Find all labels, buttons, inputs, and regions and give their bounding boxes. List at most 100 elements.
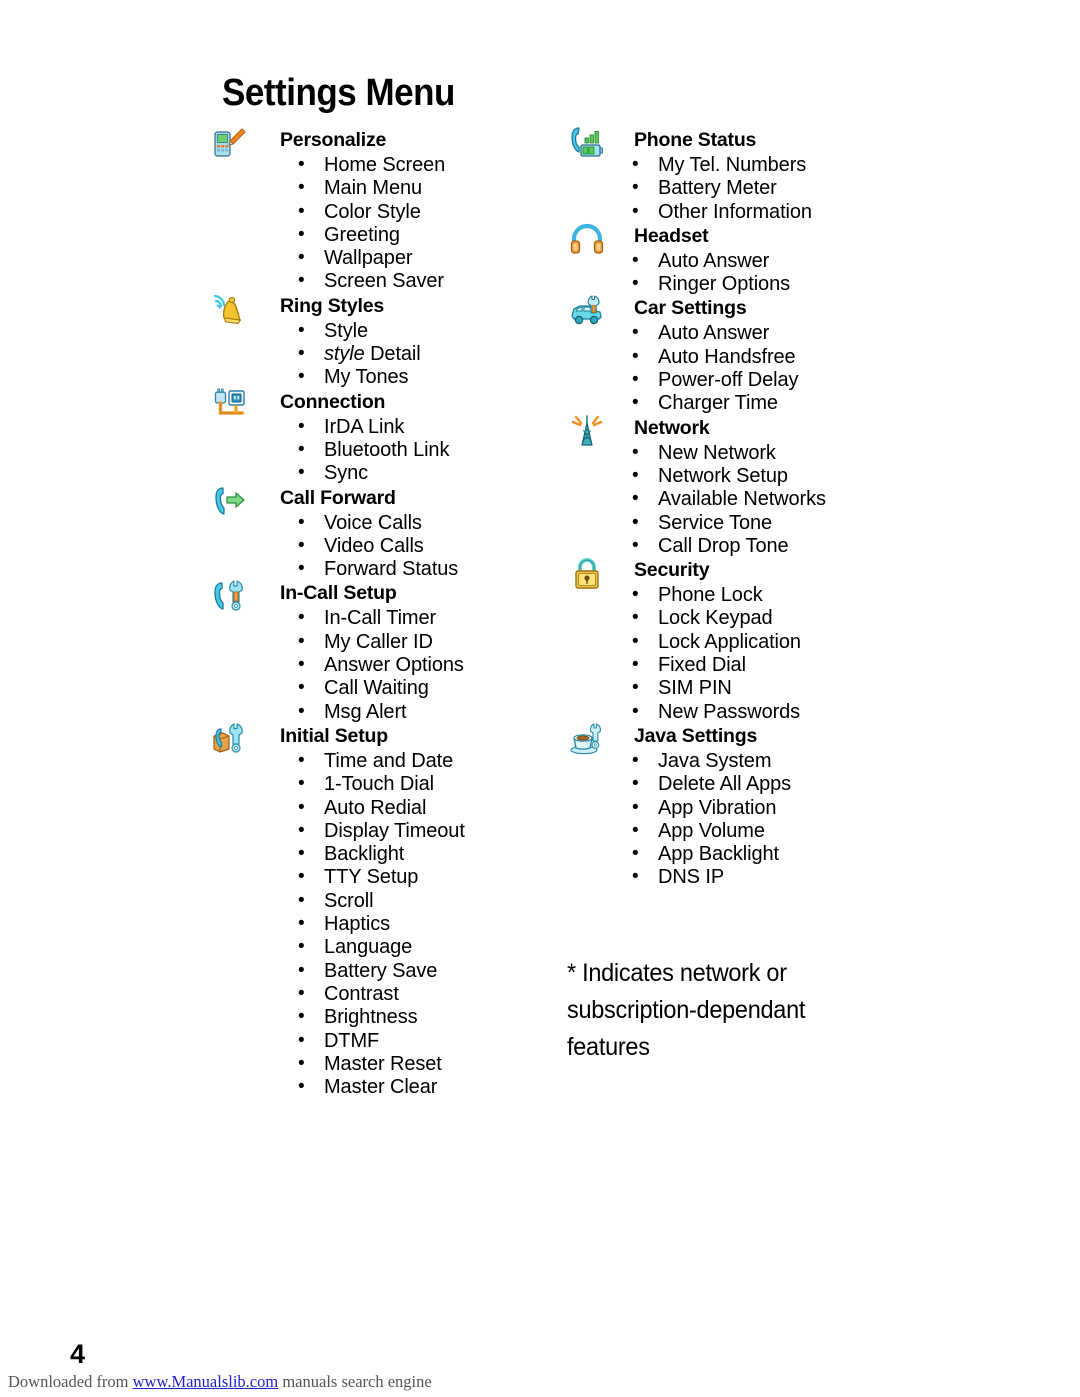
section-title: Network [634,416,710,439]
menu-item: Auto Answer [570,249,910,273]
settings-section: Phone StatusMy Tel. NumbersBattery Meter… [570,127,910,224]
section-header: Ring Styles [212,294,552,324]
section-title: Connection [280,390,386,413]
menu-item: SIM PIN [570,676,910,700]
section-header: Headset [570,223,910,254]
section-title: Car Settings [634,297,747,320]
menu-item: Haptics [212,912,552,936]
menu-item: Scroll [212,889,552,913]
section-item-list: In-Call TimerMy Caller IDAnswer OptionsC… [212,606,552,724]
page-number: 4 [70,1339,86,1369]
menu-item: Brightness [212,1005,552,1029]
menu-item: Contrast [212,982,552,1006]
menu-item: Msg Alert [212,700,552,724]
menu-item: Home Screen [212,153,552,177]
menu-item: Time and Date [212,749,552,773]
section-header: Connection [212,388,552,416]
menu-item: Java System [570,749,910,773]
right-column: Phone StatusMy Tel. NumbersBattery Meter… [570,127,910,890]
download-prefix: Downloaded from [8,1372,133,1391]
settings-section: Initial SetupTime and Date1-Touch DialAu… [212,723,552,1099]
menu-item: My Tones [212,365,552,389]
section-item-list: Auto AnswerRinger Options [570,249,910,297]
menu-item: Style [212,319,552,343]
section-item-list: My Tel. NumbersBattery MeterOther Inform… [570,153,910,224]
menu-item: App Volume [570,819,910,843]
menu-item: Color Style [212,200,552,224]
menu-item: Forward Status [212,557,552,581]
menu-item: Call Waiting [212,676,552,700]
menu-item: Other Information [570,200,910,224]
section-item-list: IrDA LinkBluetooth LinkSync [212,415,552,486]
menu-item: App Backlight [570,842,910,866]
menu-item: Language [212,935,552,959]
section-title: Call Forward [280,486,396,509]
section-item-list: Time and Date1-Touch DialAuto RedialDisp… [212,749,552,1099]
section-title: Headset [634,224,709,247]
section-title: Java Settings [634,724,758,747]
menu-item: Available Networks [570,487,910,511]
section-item-list: Stylestyle DetailMy Tones [212,319,552,390]
manualslib-link[interactable]: www.Manualslib.com [133,1372,279,1391]
page-title: Settings Menu [222,72,455,114]
menu-item-italic-label: style [324,343,365,366]
section-header: Car Settings [570,295,910,325]
menu-item: Call Drop Tone [570,534,910,558]
section-item-list: New NetworkNetwork SetupAvailable Networ… [570,441,910,558]
menu-item: Display Timeout [212,819,552,843]
menu-item: TTY Setup [212,865,552,889]
menu-item: Lock Keypad [570,606,910,630]
menu-item: Answer Options [212,653,552,677]
section-header: Personalize [212,128,552,157]
menu-item: Bluetooth Link [212,438,552,462]
menu-item: Wallpaper [212,246,552,270]
settings-section: Call ForwardVoice CallsVideo CallsForwar… [212,486,552,582]
menu-item: style Detail [212,342,552,366]
section-header: Phone Status [570,127,910,157]
section-header: Java Settings [570,723,910,755]
menu-item: DNS IP [570,865,910,889]
menu-item: In-Call Timer [212,606,552,630]
menu-item: Battery Meter [570,176,910,200]
download-suffix: manuals search engine [278,1372,432,1391]
menu-item: Voice Calls [212,511,552,535]
settings-section: In-Call SetupIn-Call TimerMy Caller IDAn… [212,580,552,724]
settings-section: Java SettingsJava SystemDelete All AppsA… [570,723,910,890]
menu-item: App Vibration [570,796,910,820]
settings-section: Ring StylesStylestyle DetailMy Tones [212,294,552,390]
menu-item: 1-Touch Dial [212,772,552,796]
menu-item: Fixed Dial [570,653,910,677]
menu-item: Main Menu [212,176,552,200]
settings-section: HeadsetAuto AnswerRinger Options [570,223,910,297]
menu-item: Auto Answer [570,321,910,345]
download-footer: Downloaded from www.Manualslib.com manua… [0,1372,1080,1392]
section-header: Call Forward [212,486,552,515]
menu-item: Charger Time [570,391,910,415]
menu-item: My Tel. Numbers [570,153,910,177]
section-title: Personalize [280,129,387,151]
menu-item: Video Calls [212,534,552,558]
settings-section: PersonalizeHome ScreenMain MenuColor Sty… [212,128,552,294]
section-header: Security [570,558,910,589]
left-column: PersonalizeHome ScreenMain MenuColor Sty… [212,128,552,1099]
menu-item: My Caller ID [212,630,552,654]
section-item-list: Home ScreenMain MenuColor StyleGreetingW… [212,153,552,294]
settings-section: ConnectionIrDA LinkBluetooth LinkSync [212,388,552,486]
menu-item: Battery Save [212,959,552,983]
menu-item: New Passwords [570,700,910,724]
menu-item: Lock Application [570,630,910,654]
settings-section: Car SettingsAuto AnswerAuto HandsfreePow… [570,295,910,415]
menu-item: Ringer Options [570,272,910,296]
section-title: Ring Styles [280,294,384,317]
menu-item: Greeting [212,223,552,247]
section-item-list: Java SystemDelete All AppsApp VibrationA… [570,749,910,890]
section-title: Phone Status [634,129,757,151]
menu-item: New Network [570,441,910,465]
menu-item: Power-off Delay [570,368,910,392]
menu-item: Auto Handsfree [570,345,910,369]
menu-item: DTMF [212,1028,552,1053]
section-header: Network [570,414,910,446]
menu-item: Master Clear [212,1075,552,1099]
section-title: Initial Setup [280,724,388,747]
section-item-list: Voice CallsVideo CallsForward Status [212,511,552,582]
